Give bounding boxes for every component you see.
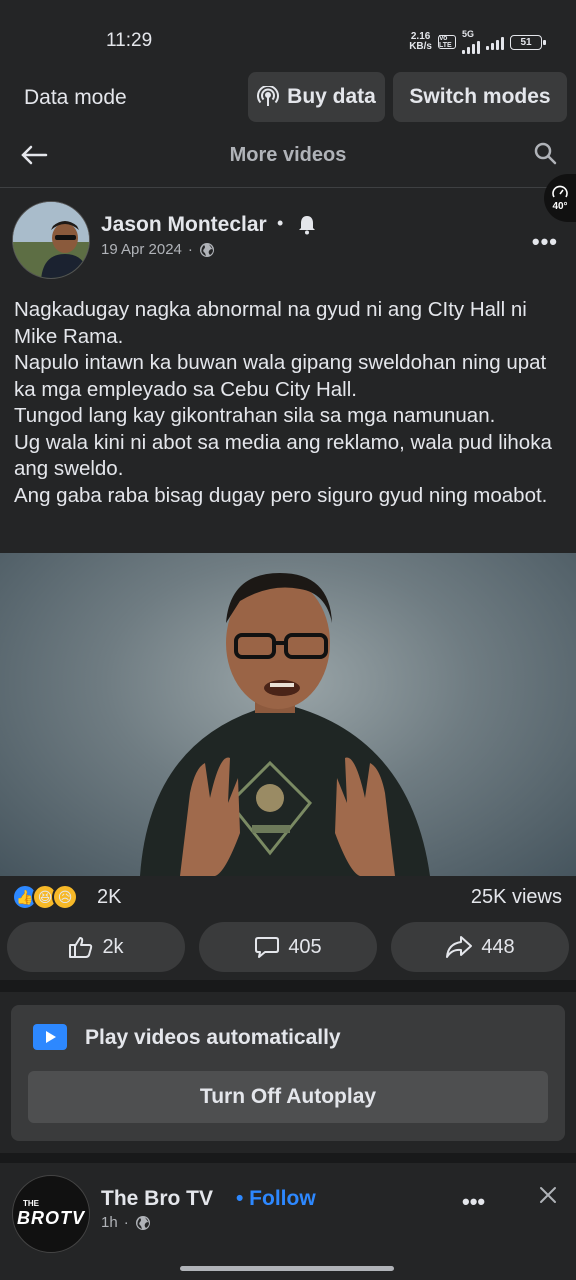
post-more-button[interactable]: ••• <box>532 229 558 255</box>
video-frame <box>140 573 430 876</box>
thumbs-up-icon <box>69 937 93 958</box>
share-count: 448 <box>481 935 515 958</box>
meta-dot: · <box>187 241 193 258</box>
switch-modes-label: Switch modes <box>409 85 551 108</box>
close-icon[interactable] <box>538 1185 558 1205</box>
network-type: 5G <box>462 29 475 39</box>
comment-count: 405 <box>288 935 322 958</box>
author-name[interactable]: Jason Monteclar <box>101 213 267 237</box>
reactions-summary[interactable]: 👍 😆 😥 2K 25K views <box>0 876 576 920</box>
status-bar: 11:29 2.16 KB/s Vo LTE 5G 51 <box>0 0 576 72</box>
author-avatar[interactable] <box>12 201 90 279</box>
more-videos-header: More videos <box>0 136 576 188</box>
switch-modes-button[interactable]: Switch modes <box>393 72 567 122</box>
signal-icon-sim2 <box>486 34 504 50</box>
avatar-photo <box>13 202 89 278</box>
name-separator: • <box>277 213 284 233</box>
hotspot-icon <box>257 86 280 106</box>
battery-icon: 51 <box>510 34 546 50</box>
section-divider <box>0 980 576 992</box>
share-button[interactable]: 448 <box>391 922 569 972</box>
network-speed: 2.16 KB/s <box>409 31 432 52</box>
post-time: 1h <box>101 1214 118 1231</box>
share-icon <box>446 936 473 958</box>
page-name[interactable]: The Bro TV <box>101 1187 213 1211</box>
avatar-logo-small: THE <box>23 1199 39 1208</box>
like-count: 2k <box>102 935 124 958</box>
post-date: 19 Apr 2024 <box>101 241 182 258</box>
autoplay-card: Play videos automatically Turn Off Autop… <box>11 1005 565 1141</box>
speed-value: 40° <box>552 200 568 212</box>
next-post: THE BROTV The Bro TV • Follow 1h · ••• <box>0 1163 576 1280</box>
follow-link[interactable]: • Follow <box>236 1187 316 1211</box>
avatar-logo: BROTV <box>17 1208 85 1228</box>
post-meta: 19 Apr 2024 · <box>101 241 215 258</box>
play-video-icon <box>33 1024 67 1050</box>
post-actions: 2k 405 448 <box>0 922 576 974</box>
home-indicator[interactable] <box>180 1266 394 1271</box>
reaction-count: 2K <box>97 886 122 908</box>
view-count: 25K views <box>470 886 562 908</box>
speedometer-icon <box>552 185 568 197</box>
like-button[interactable]: 2k <box>7 922 185 972</box>
turn-off-autoplay-button[interactable]: Turn Off Autoplay <box>28 1071 548 1123</box>
buy-data-label: Buy data <box>287 85 376 108</box>
status-icons: 2.16 KB/s Vo LTE 5G 51 <box>409 29 546 54</box>
comment-button[interactable]: 405 <box>199 922 377 972</box>
globe-icon <box>199 242 214 257</box>
video-player[interactable] <box>0 553 576 876</box>
page-title: More videos <box>229 144 347 166</box>
search-icon[interactable] <box>532 140 558 166</box>
globe-icon <box>135 1215 150 1230</box>
bell-icon[interactable] <box>296 214 318 236</box>
section-divider <box>0 1153 576 1163</box>
buy-data-button[interactable]: Buy data <box>248 72 385 122</box>
next-post-more-button[interactable]: ••• <box>462 1189 485 1215</box>
status-time: 11:29 <box>106 30 153 51</box>
autoplay-title: Play videos automatically <box>85 1026 341 1049</box>
sad-reaction-icon: 😥 <box>52 884 78 910</box>
post-text: Nagkadugay nagka abnormal na gyud ni ang… <box>14 298 552 507</box>
meta-dot: · <box>123 1214 129 1231</box>
data-mode-label: Data mode <box>24 86 127 109</box>
data-mode-banner: Data mode Buy data Switch modes <box>0 72 576 136</box>
comment-icon <box>255 937 280 958</box>
signal-icon <box>462 38 480 54</box>
next-post-meta: 1h · <box>101 1214 151 1231</box>
volte-icon: Vo LTE <box>438 35 456 49</box>
reaction-icons: 👍 😆 😥 <box>12 884 78 910</box>
page-avatar[interactable]: THE BROTV <box>12 1175 90 1253</box>
